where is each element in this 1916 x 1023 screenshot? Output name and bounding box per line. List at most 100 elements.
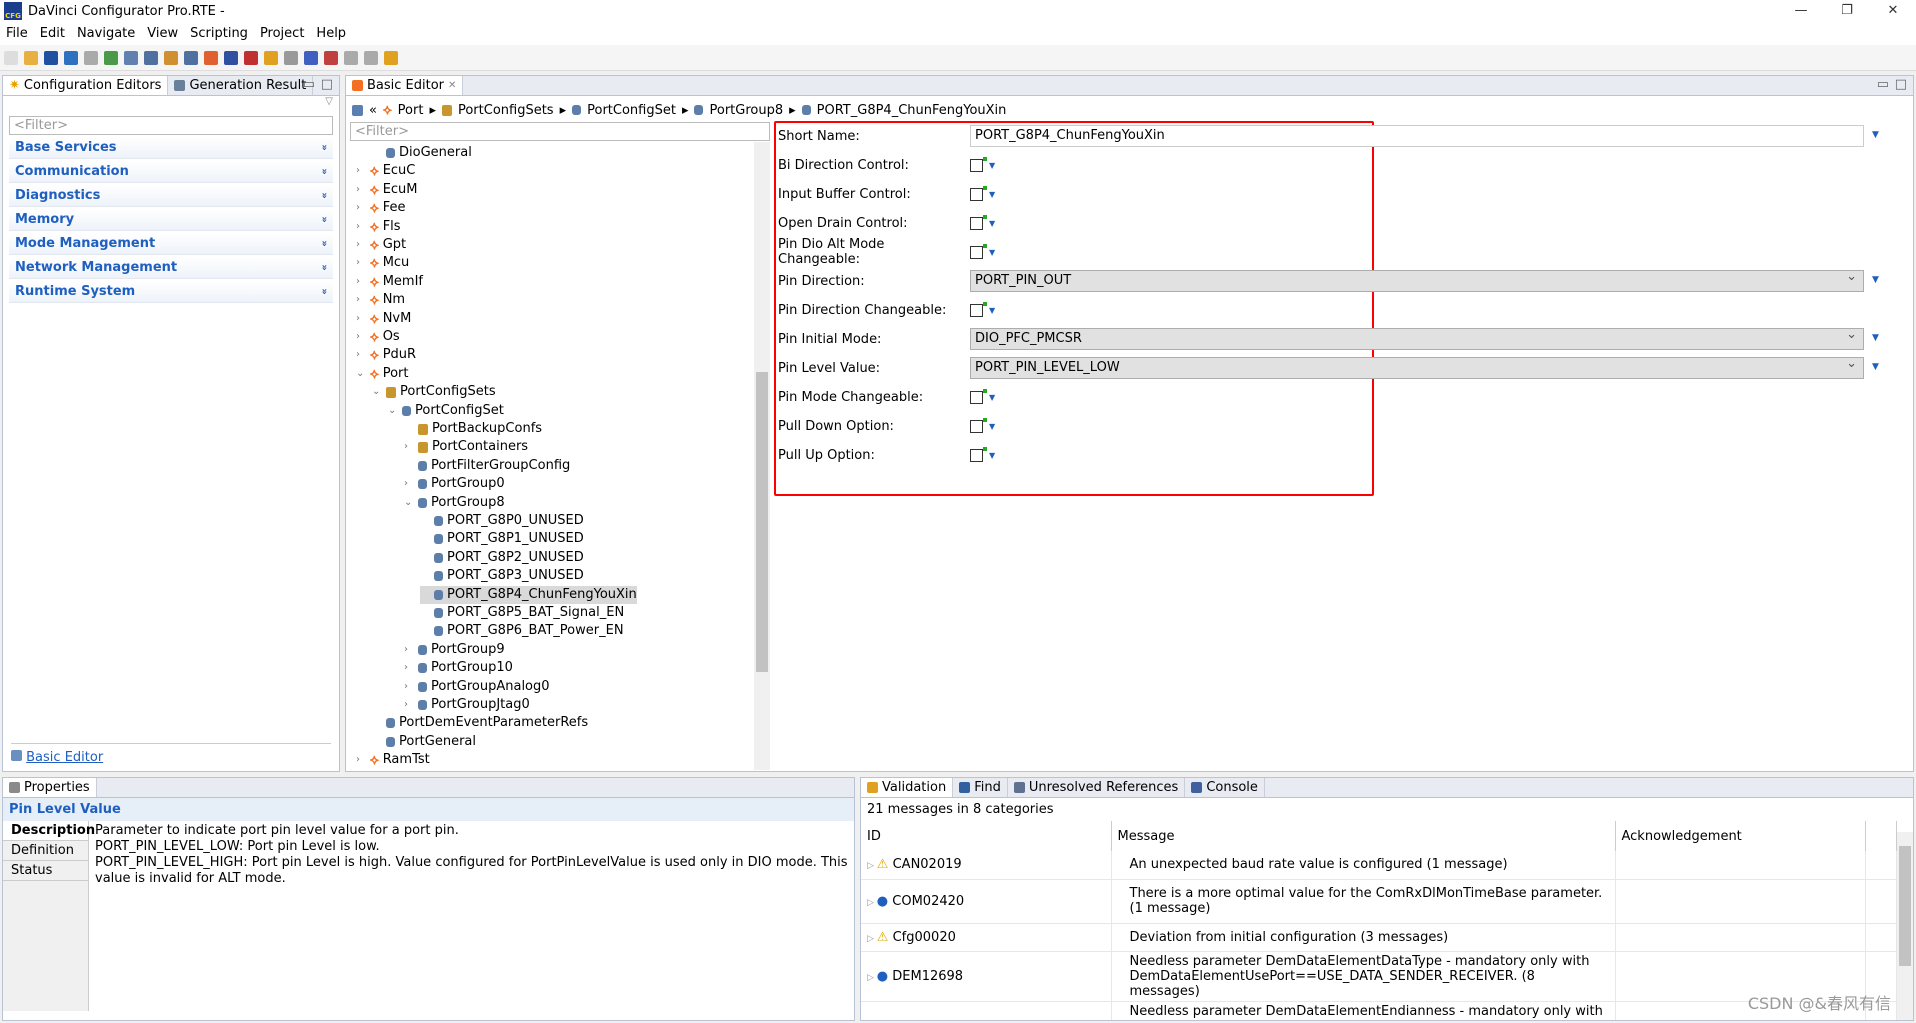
tree-item[interactable]: › ⯎ EcuC <box>356 162 415 180</box>
category-diagnostics[interactable]: Diagnostics » <box>9 185 333 207</box>
menu-edit[interactable]: Edit <box>40 26 65 41</box>
tree-item[interactable]: ⌄ ⯎ Port <box>356 365 408 383</box>
toolbar-button-icon[interactable] <box>104 50 118 65</box>
menu-file[interactable]: File <box>6 26 28 41</box>
tree-item[interactable]: DioGeneral <box>372 144 472 162</box>
tree-item[interactable]: › ⯎ NvM <box>356 310 411 328</box>
dropdown-arrow-icon[interactable]: ▼ <box>989 451 995 460</box>
breadcrumb-item[interactable]: PortConfigSet <box>587 103 676 118</box>
checkbox[interactable] <box>970 301 987 317</box>
back-icon[interactable]: « <box>369 103 377 118</box>
combo-box[interactable]: DIO_PFC_PMCSR <box>970 325 1864 350</box>
tree-item[interactable]: › ⯎ MemIf <box>356 273 423 291</box>
tab-unresolved-references[interactable]: Unresolved References <box>1008 778 1186 797</box>
expand-toggle-icon[interactable]: ▷ <box>867 861 877 871</box>
expand-toggle-icon[interactable]: › <box>404 475 414 493</box>
tree-item[interactable]: › PortGroupAnalog0 <box>404 678 550 696</box>
view-menu-icon[interactable]: ▽ <box>3 96 339 116</box>
category-base-services[interactable]: Base Services » <box>9 137 333 159</box>
minimize-view-icon[interactable]: ▭ <box>1877 77 1889 92</box>
toolbar-button-icon[interactable] <box>344 50 358 65</box>
filter-input[interactable]: <Filter> <box>9 116 333 135</box>
maximize-view-icon[interactable]: □ <box>1895 77 1907 92</box>
expand-icon[interactable]: » <box>318 168 329 174</box>
expand-toggle-icon[interactable]: › <box>356 199 366 217</box>
breadcrumb-item[interactable]: PortGroup8 <box>709 103 783 118</box>
category-memory[interactable]: Memory » <box>9 209 333 231</box>
close-tab-icon[interactable]: ✕ <box>448 80 456 91</box>
column-header-message[interactable]: Message <box>1111 821 1616 851</box>
expand-toggle-icon[interactable]: ⌄ <box>404 494 414 512</box>
expand-toggle-icon[interactable]: › <box>404 696 414 714</box>
tree-item[interactable]: PORT_G8P5_BAT_Signal_EN <box>420 604 624 622</box>
menu-project[interactable]: Project <box>260 26 304 41</box>
toolbar-button-icon[interactable] <box>84 50 98 65</box>
expand-toggle-icon[interactable]: › <box>356 328 366 346</box>
tree-item[interactable]: › ⯎ RamTst <box>356 751 430 769</box>
tab-definition[interactable]: Definition <box>3 841 88 861</box>
tree-item[interactable]: PORT_G8P2_UNUSED <box>420 549 584 567</box>
tree-item[interactable]: PortGeneral <box>372 733 476 751</box>
column-header-id[interactable]: ID <box>861 821 1112 851</box>
category-runtime-system[interactable]: Runtime System » <box>9 281 333 303</box>
tree-item[interactable]: › ⯎ EcuM <box>356 181 418 199</box>
expand-icon[interactable]: » <box>318 240 329 246</box>
validation-row[interactable]: ▷ ⚠ CAN02019 An unexpected baud rate valu… <box>861 851 1897 880</box>
menu-navigate[interactable]: Navigate <box>77 26 135 41</box>
short-name-input[interactable]: PORT_G8P4_ChunFengYouXin <box>970 125 1864 147</box>
tree-item[interactable]: › PortGroup0 <box>404 475 505 493</box>
combo-box[interactable]: PORT_PIN_LEVEL_LOW <box>970 354 1864 379</box>
expand-toggle-icon[interactable]: › <box>356 181 366 199</box>
column-header-acknowledgement[interactable]: Acknowledgement <box>1615 821 1866 851</box>
expand-toggle-icon[interactable]: › <box>356 751 366 769</box>
expand-toggle-icon[interactable]: › <box>356 273 366 291</box>
expand-toggle-icon[interactable]: › <box>356 236 366 254</box>
tab-configuration-editors[interactable]: ✷ Configuration Editors <box>3 76 169 95</box>
dropdown-arrow-icon[interactable]: ▼ <box>1872 362 1879 372</box>
toolbar-button-icon[interactable] <box>24 50 38 65</box>
toolbar-button-icon[interactable] <box>284 50 298 65</box>
toolbar-button-icon[interactable] <box>264 50 278 65</box>
breadcrumb-item[interactable]: PORT_G8P4_ChunFengYouXin <box>817 103 1007 118</box>
tree-item[interactable]: PORT_G8P0_UNUSED <box>420 512 584 530</box>
tree-item[interactable]: › ⯎ Nm <box>356 291 405 309</box>
expand-icon[interactable]: » <box>318 192 329 198</box>
tree-item[interactable]: PORT_G8P3_UNUSED <box>420 567 584 585</box>
tree-item[interactable]: ⌄ PortConfigSet <box>388 402 504 420</box>
tab-basic-editor[interactable]: Basic Editor ✕ <box>346 76 464 95</box>
tree-item[interactable]: › ⯎ Fee <box>356 199 405 217</box>
tree-item[interactable]: PortFilterGroupConfig <box>404 457 570 475</box>
toolbar-button-icon[interactable] <box>244 50 258 65</box>
checkbox[interactable] <box>970 417 987 433</box>
expand-toggle-icon[interactable]: ⌄ <box>372 383 382 401</box>
checkbox[interactable] <box>970 185 987 201</box>
expand-toggle-icon[interactable]: ▷ <box>867 934 877 944</box>
expand-toggle-icon[interactable]: › <box>356 291 366 309</box>
tab-status[interactable]: Status <box>3 861 88 881</box>
tree-item[interactable]: PORT_G8P1_UNUSED <box>420 530 584 548</box>
expand-icon[interactable]: » <box>318 144 329 150</box>
checkbox[interactable] <box>970 214 987 230</box>
restore-button[interactable]: ❐ <box>1824 0 1870 22</box>
combo-box[interactable]: PORT_PIN_OUT <box>970 267 1864 292</box>
close-button[interactable]: ✕ <box>1870 0 1916 22</box>
maximize-view-icon[interactable]: □ <box>321 77 333 92</box>
dropdown-arrow-icon[interactable]: ▼ <box>1872 130 1879 140</box>
validation-row[interactable]: ▷ ● DEM12698 Needless parameter DemDataEl… <box>861 951 1897 1002</box>
dropdown-arrow-icon[interactable]: ▼ <box>989 422 995 431</box>
tree-item[interactable]: PORT_G8P4_ChunFengYouXin <box>420 585 637 604</box>
expand-toggle-icon[interactable]: › <box>404 659 414 677</box>
expand-toggle-icon[interactable]: › <box>356 346 366 364</box>
dropdown-arrow-icon[interactable]: ▼ <box>989 248 995 257</box>
toolbar-button-icon[interactable] <box>304 50 318 65</box>
category-communication[interactable]: Communication » <box>9 161 333 183</box>
tree-item[interactable]: ⌄ PortGroup8 <box>404 494 505 512</box>
expand-icon[interactable]: » <box>318 216 329 222</box>
basic-editor-link[interactable]: Basic Editor <box>26 750 103 765</box>
tab-description[interactable]: Description <box>3 821 95 841</box>
expand-toggle-icon[interactable]: › <box>404 641 414 659</box>
expand-toggle-icon[interactable]: › <box>356 218 366 236</box>
expand-icon[interactable]: » <box>318 264 329 270</box>
menu-scripting[interactable]: Scripting <box>190 26 248 41</box>
tree-scrollbar-thumb[interactable] <box>756 372 768 672</box>
